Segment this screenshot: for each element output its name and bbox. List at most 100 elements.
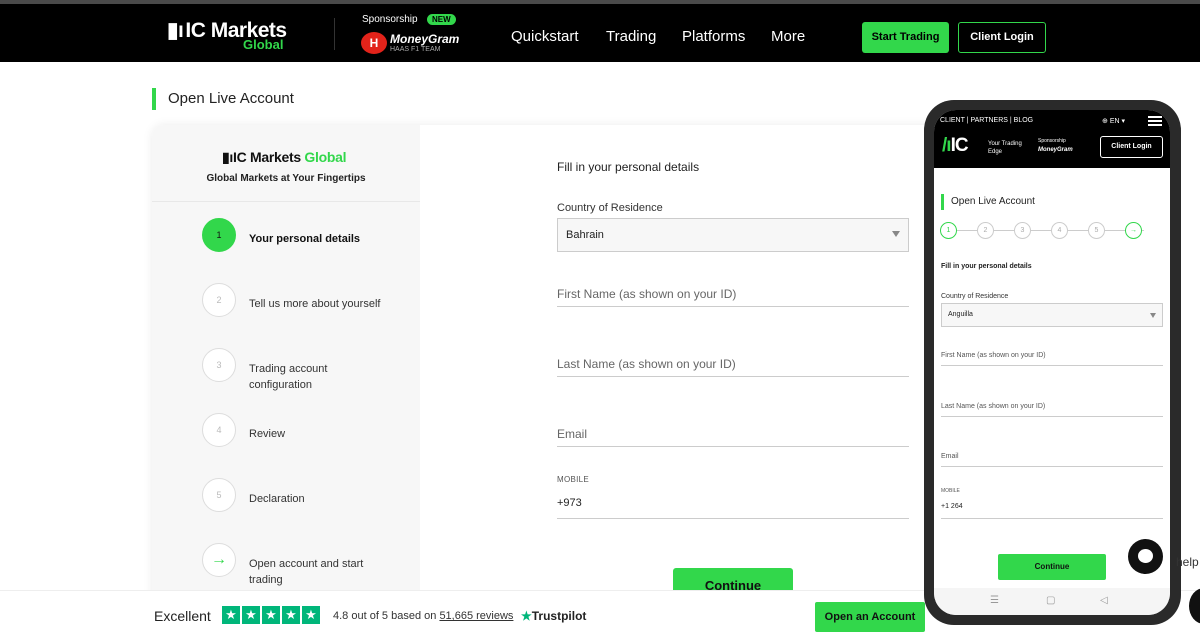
globe-icon: ⊕	[1102, 118, 1108, 125]
trustpilot-text: Trustpilot	[531, 609, 587, 623]
step-6-label: Open account and start trading	[249, 558, 364, 586]
hamburger-icon[interactable]	[1148, 116, 1162, 126]
star-icon: ★	[302, 606, 320, 624]
rating-word: Excellent	[154, 608, 211, 624]
lang-label: EN	[1109, 118, 1120, 125]
trustpilot-stars: ★ ★ ★ ★ ★	[222, 606, 322, 624]
new-badge: NEW	[427, 14, 456, 25]
phone-first-name[interactable]: First Name (as shown on your ID)	[941, 352, 1163, 366]
phone-country-label: Country of Residence	[941, 293, 1009, 300]
step-4-label: Review	[249, 428, 286, 440]
country-select[interactable]: Bahrain	[557, 218, 909, 252]
bars-icon: ▮ı	[222, 149, 233, 165]
phone-header: CLIENT | PARTNERS | BLOG ⊕ EN ▾ /ıIC You…	[934, 110, 1170, 168]
menu-icon[interactable]: ☰	[990, 595, 999, 606]
card-tagline: Global Markets at Your Fingertips	[206, 173, 366, 184]
nav-platforms[interactable]: Platforms	[682, 28, 745, 45]
step-3-label: Trading account configuration	[249, 363, 328, 391]
nav-more[interactable]: More	[771, 28, 805, 45]
signup-card: ▮ıIC Markets Global Global Markets at Yo…	[152, 125, 942, 605]
home-icon[interactable]: ▢	[1046, 595, 1055, 606]
divider	[152, 201, 420, 202]
phone-form-heading: Fill in your personal details	[941, 263, 1032, 270]
star-icon: ★	[282, 606, 300, 624]
phone-title-accent	[941, 194, 944, 210]
phone-mobile-label: MOBILE	[941, 488, 960, 494]
phone-sponsorship: Sponsorship	[1038, 138, 1066, 144]
back-icon[interactable]: ◁	[1100, 595, 1108, 606]
phone-tagline: Your Trading Edge	[988, 141, 1022, 155]
phone-step-1: 1	[940, 222, 957, 239]
bars-icon: ▮ı	[167, 19, 184, 42]
client-login-button[interactable]: Client Login	[958, 22, 1046, 53]
reviews-link[interactable]: 51,665 reviews	[439, 610, 513, 622]
step-5-label: Declaration	[249, 493, 305, 505]
form-heading: Fill in your personal details	[557, 160, 700, 174]
card-logo-text: IC Markets	[233, 149, 301, 165]
nav-quickstart[interactable]: Quickstart	[511, 28, 579, 45]
phone-topline: CLIENT | PARTNERS | BLOG	[940, 117, 1034, 124]
caret-down-icon	[1150, 313, 1156, 318]
mobile-input[interactable]: +973	[557, 497, 909, 519]
moneygram-logo: MoneyGram	[390, 32, 460, 46]
star-icon: ★	[222, 606, 240, 624]
start-trading-button[interactable]: Start Trading	[862, 22, 949, 53]
phone-client-login[interactable]: Client Login	[1100, 136, 1163, 158]
haas-label: HAAS F1 TEAM	[390, 46, 441, 53]
trustpilot-logo: ★Trustpilot	[521, 609, 586, 623]
arrow-right-icon: →	[202, 543, 236, 577]
rating-text: 4.8 out of 5 based on 51,665 reviews	[333, 610, 513, 622]
phone-last-name[interactable]: Last Name (as shown on your ID)	[941, 403, 1163, 417]
phone-screen: CLIENT | PARTNERS | BLOG ⊕ EN ▾ /ıIC You…	[934, 110, 1170, 615]
first-name-input[interactable]: First Name (as shown on your ID)	[557, 287, 909, 307]
phone-moneygram: MoneyGram	[1038, 147, 1073, 153]
step-1-label: Your personal details	[249, 233, 361, 245]
haas-icon: H	[361, 32, 387, 54]
phone-continue-button[interactable]: Continue	[998, 554, 1106, 580]
phone-step-3: 3	[1014, 222, 1031, 239]
phone-system-nav: ☰ ▢ ◁	[934, 588, 1170, 615]
logo-sub: Global	[243, 37, 284, 52]
mobile-label: MOBILE	[557, 475, 590, 484]
step-4-circle: 4	[202, 413, 236, 447]
phone-country-value: Anguilla	[948, 311, 973, 318]
phone-step-5: 5	[1088, 222, 1105, 239]
card-logo: ▮ıIC Markets Global	[222, 149, 346, 166]
chat-icon[interactable]	[1128, 539, 1163, 574]
country-label: Country of Residence	[557, 202, 663, 214]
last-name-input[interactable]: Last Name (as shown on your ID)	[557, 357, 909, 377]
phone-lang[interactable]: ⊕ EN ▾	[1102, 117, 1125, 125]
card-logo-green: Global	[304, 149, 347, 165]
sponsorship-label: Sponsorship	[362, 14, 418, 25]
star-icon: ★	[262, 606, 280, 624]
email-input[interactable]: Email	[557, 427, 909, 447]
steps-panel: ▮ıIC Markets Global Global Markets at Yo…	[152, 125, 420, 605]
page-title: Open Live Account	[168, 90, 294, 107]
phone-logo: /ıIC	[942, 135, 969, 157]
rating-summary: 4.8 out of 5 based on	[333, 610, 437, 622]
title-accent	[152, 88, 156, 110]
caret-down-icon	[892, 231, 900, 237]
nav-divider	[334, 18, 335, 50]
phone-mobile-input[interactable]: +1 264	[941, 503, 1163, 519]
bars-icon: /ı	[942, 135, 952, 156]
phone-step-2: 2	[977, 222, 994, 239]
phone-logo-text: IC	[950, 135, 969, 156]
step-1-circle: 1	[202, 218, 236, 252]
step-2-label: Tell us more about yourself	[249, 298, 381, 310]
nav-trading[interactable]: Trading	[606, 28, 656, 45]
star-icon: ★	[242, 606, 260, 624]
phone-country-select[interactable]: Anguilla	[941, 303, 1163, 327]
phone-email[interactable]: Email	[941, 453, 1163, 467]
country-value: Bahrain	[566, 229, 604, 241]
arrow-right-icon: →	[1125, 222, 1142, 239]
top-nav: ▮ıIC Markets Global Sponsorship NEW H Mo…	[0, 4, 1200, 62]
open-account-button[interactable]: Open an Account	[815, 602, 925, 632]
trustpilot-star-icon: ★	[521, 609, 532, 623]
phone-step-4: 4	[1051, 222, 1068, 239]
step-5-circle: 5	[202, 478, 236, 512]
step-3-circle: 3	[202, 348, 236, 382]
phone-title: Open Live Account	[951, 196, 1035, 207]
help-label[interactable]: help	[1176, 555, 1199, 569]
step-2-circle: 2	[202, 283, 236, 317]
